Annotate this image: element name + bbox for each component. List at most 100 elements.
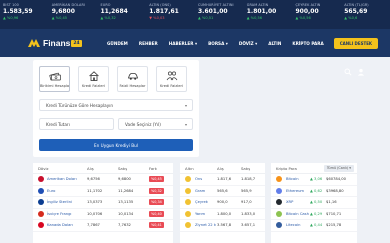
logo-badge: 24 bbox=[71, 39, 82, 47]
tab-kredi-2[interactable]: Kredi Faizleri bbox=[156, 66, 187, 92]
select-value: Kredi Türünüze Göre Hesaplayın bbox=[46, 102, 114, 108]
buy-price: 10,0706 bbox=[87, 211, 103, 216]
column-header: Kripto Para bbox=[276, 165, 297, 171]
buy-price: 11,1702 bbox=[87, 188, 103, 193]
change-badge: %0,40 bbox=[149, 210, 164, 217]
ticker-item[interactable]: ALTIN (ONS) 1.817,61 ▼ %0,03 bbox=[146, 0, 195, 29]
column-header: Altın bbox=[185, 165, 194, 171]
tab-kredi[interactable]: Kredi Faizleri bbox=[78, 66, 109, 92]
column-header: Alış bbox=[87, 165, 94, 171]
crypto-change: ▲ 0,29 bbox=[310, 211, 323, 216]
ticker-item[interactable]: GRAM ALTIN 1.801,00 ▲ %0,56 bbox=[244, 0, 293, 29]
term-select[interactable]: Vade Seçiniz (Yıl) ▾ bbox=[118, 118, 193, 130]
gold-table: Altın Alış Satış Ons 1.817,6 1.818,7 Gram 5… bbox=[180, 163, 265, 243]
table-row[interactable]: Bitcoin ▲ 3,06 $60784,00 bbox=[271, 174, 357, 186]
crypto-change: ▲ 3,06 bbox=[310, 177, 323, 182]
nav-item-altin[interactable]: ALTIN bbox=[268, 41, 281, 46]
change-badge: %0,45 bbox=[149, 176, 164, 183]
credit-type-select[interactable]: Kredi Türünüze Göre Hesaplayın ▾ bbox=[39, 99, 193, 111]
table-row[interactable]: Yarım 1.800,0 1.833,0 bbox=[180, 209, 265, 220]
gold-coin-icon bbox=[185, 199, 191, 206]
logo-mark-icon bbox=[28, 39, 40, 47]
user-icon[interactable] bbox=[357, 68, 365, 76]
table-row[interactable]: Amerikan Doları 9,6756 9,6800 %0,45 bbox=[33, 174, 173, 186]
gold-name: Ons bbox=[195, 177, 203, 182]
sell-price: 10,0134 bbox=[118, 211, 134, 216]
crypto-name: Litecoin bbox=[286, 223, 301, 228]
table-row[interactable]: İngiliz Sterlini 13,0373 13,1135 %0,34 bbox=[33, 197, 173, 209]
crypto-price: $215,78 bbox=[326, 223, 342, 228]
ticker-name: ALTIN (TL/GR) bbox=[344, 3, 369, 7]
table-row[interactable]: Gram 565,6 565,9 bbox=[180, 186, 265, 197]
crypto-name: Bitcoin Cash bbox=[286, 211, 309, 216]
sell-price: 565,9 bbox=[241, 188, 252, 193]
ticker-name: AMERİKAN DOLARI bbox=[51, 3, 86, 7]
people-icon bbox=[166, 71, 177, 81]
search-icon[interactable] bbox=[344, 68, 352, 76]
credit-calculator: Birikimi Hesapla Kredi Faizleri Faizli H… bbox=[33, 60, 199, 157]
ticker-change: ▲ %0,6 bbox=[344, 16, 358, 20]
crypto-price: $1,16 bbox=[326, 200, 337, 205]
table-header: Kripto Para Tümü (Canlı) ▾ bbox=[271, 163, 357, 174]
chevron-down-icon: ▾ bbox=[184, 122, 187, 127]
live-support-button[interactable]: CANLI DESTEK bbox=[333, 37, 379, 49]
ticker-value: 1.817,61 bbox=[149, 8, 179, 15]
ticker-item[interactable]: CUMHURİYET ALTINI 3.601,00 ▲ %0,51 bbox=[195, 0, 244, 29]
ticker-item[interactable]: AMERİKAN DOLARI 9,6800 ▲ %0,45 bbox=[49, 0, 98, 29]
gold-name: Yarım bbox=[195, 211, 206, 216]
sell-price: 917,0 bbox=[241, 200, 252, 205]
ticker-item[interactable]: ALTIN (TL/GR) 565,69 ▲ %0,6 bbox=[341, 0, 390, 29]
tab-birikim[interactable]: Birikimi Hesapla bbox=[39, 66, 70, 92]
table-row[interactable]: Ons 1.817,6 1.818,7 bbox=[180, 174, 265, 186]
buy-price: 1.817,6 bbox=[217, 177, 232, 182]
credit-amount-input[interactable]: Kredi Tutarı bbox=[39, 118, 114, 130]
buy-price: 1.800,0 bbox=[217, 211, 232, 216]
ticker-change: ▲ %0,45 bbox=[51, 16, 68, 20]
nav-item-gundem[interactable]: GÜNDEM bbox=[107, 41, 128, 46]
column-header: Fark bbox=[149, 165, 157, 171]
table-row[interactable]: Kanada Doları 7,7867 7,7632 %0,41 bbox=[33, 220, 173, 232]
money-stack-icon bbox=[48, 72, 61, 81]
ticker-item[interactable]: ÇEYREK ALTIN 900,00 ▲ %0,56 bbox=[293, 0, 342, 29]
buy-price: 900,0 bbox=[217, 200, 228, 205]
table-row[interactable]: İsviçre Frangı 10,0706 10,0134 %0,40 bbox=[33, 209, 173, 220]
table-row[interactable]: Litecoin ▲ 0,44 $215,78 bbox=[271, 220, 357, 232]
ticker-name: ALTIN (ONS) bbox=[149, 3, 171, 7]
crypto-price: $3968,80 bbox=[326, 188, 344, 193]
table-row[interactable]: Ziynet 22 k 3.567,8 3.657,1 bbox=[180, 220, 265, 232]
tab-faizli[interactable]: Faizli Hesaplar bbox=[117, 66, 148, 92]
crypto-change: ▲ 0,44 bbox=[310, 223, 323, 228]
gold-coin-icon bbox=[185, 222, 191, 229]
table-header: Döviz Alış Satış Fark bbox=[33, 163, 173, 174]
gold-coin-icon bbox=[185, 176, 191, 183]
litecoin-icon bbox=[276, 222, 282, 229]
find-credit-button[interactable]: En Uygun Krediyi Bul bbox=[39, 139, 193, 151]
tab-label: Birikimi Hesapla bbox=[39, 84, 70, 88]
select-value: Vade Seçiniz (Yıl) bbox=[125, 121, 161, 127]
table-row[interactable]: Bitcoin Cash ▲ 0,29 $710,71 bbox=[271, 209, 357, 220]
table-row[interactable]: Çeyrek 900,0 917,0 bbox=[180, 197, 265, 209]
currency-name: Euro bbox=[47, 188, 56, 193]
ticker-name: EURO bbox=[100, 3, 111, 7]
ticker-change: ▲ %0,32 bbox=[100, 16, 116, 20]
nav-item-kripto[interactable]: KRİPTO PARA bbox=[292, 41, 323, 46]
nav-item-borsa[interactable]: BORSA ▾ bbox=[208, 41, 228, 46]
gold-coin-icon bbox=[185, 210, 191, 217]
swiss-flag-icon bbox=[38, 210, 44, 217]
crypto-filter-button[interactable]: Tümü (Canlı) ▾ bbox=[323, 164, 354, 172]
buy-price: 3.567,8 bbox=[217, 223, 232, 228]
change-badge: %0,34 bbox=[149, 199, 164, 206]
tab-label: Faizli Hesaplar bbox=[119, 84, 146, 88]
buy-price: 565,6 bbox=[217, 188, 228, 193]
ticker-item[interactable]: EURO 11,2684 ▲ %0,32 bbox=[98, 0, 147, 29]
nav-item-haberler[interactable]: HABERLER ▾ bbox=[169, 41, 197, 46]
table-row[interactable]: Ethereum ▲ 0,62 $3968,80 bbox=[271, 186, 357, 197]
crypto-name: Bitcoin bbox=[286, 177, 299, 182]
nav-item-rehber[interactable]: REHBER bbox=[139, 41, 158, 46]
site-logo[interactable]: Finans 24 bbox=[27, 38, 107, 48]
column-header: Satış bbox=[241, 165, 251, 171]
nav-item-doviz[interactable]: DÖVİZ ▾ bbox=[239, 41, 257, 46]
table-row[interactable]: Euro 11,1702 11,2684 %0,32 bbox=[33, 186, 173, 197]
table-row[interactable]: XRP ▲ 0,50 $1,16 bbox=[271, 197, 357, 209]
ticker-item[interactable]: BIST 100 1.583,59 ▲ %0,96 bbox=[0, 0, 49, 29]
